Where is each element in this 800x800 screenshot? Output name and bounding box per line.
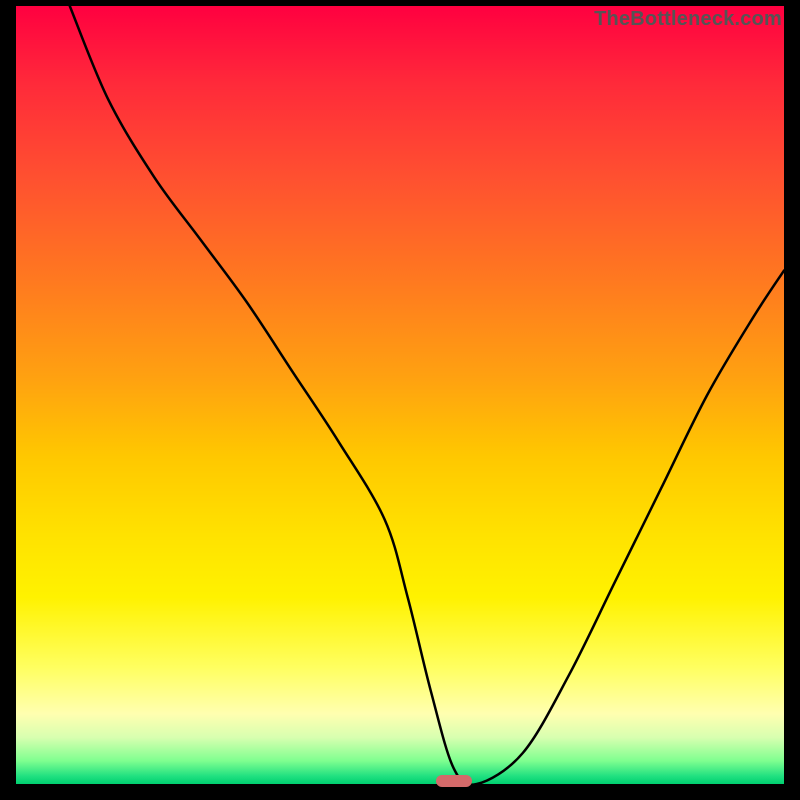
watermark-text: TheBottleneck.com [594, 8, 782, 31]
curve-path [70, 6, 784, 785]
bottleneck-curve [16, 6, 784, 784]
bottleneck-marker [436, 775, 472, 787]
